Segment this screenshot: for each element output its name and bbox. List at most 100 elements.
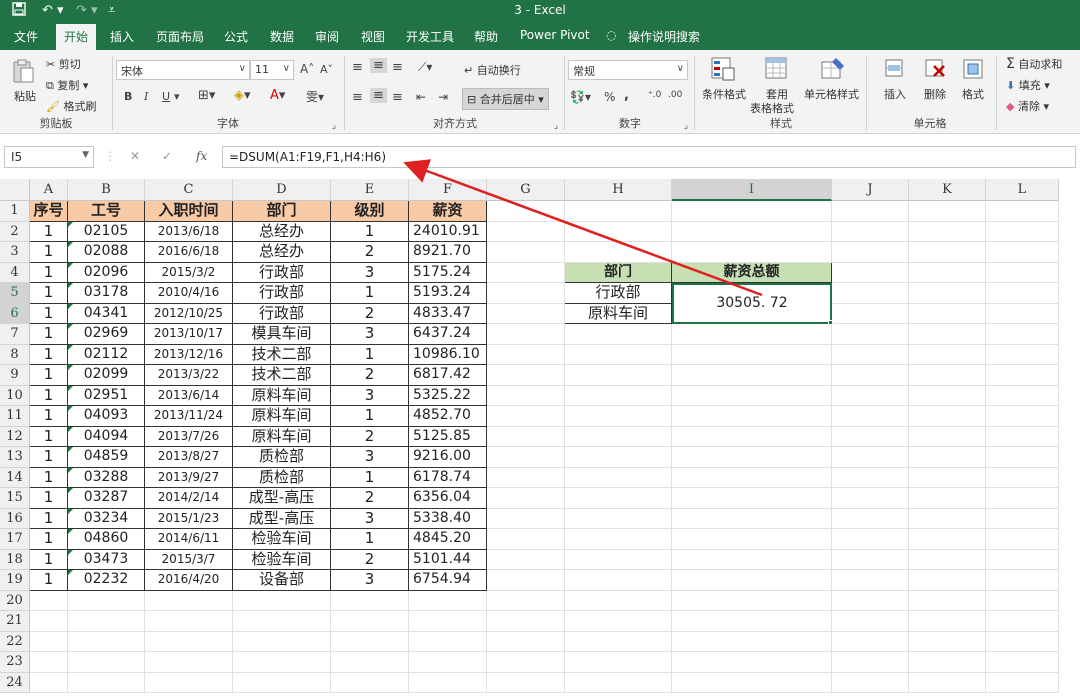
cell[interactable] xyxy=(487,344,565,365)
cell[interactable] xyxy=(487,467,565,488)
table-data-cell[interactable]: 3 xyxy=(331,262,409,283)
decrease-indent-icon[interactable]: ⇤ xyxy=(416,90,426,104)
table-data-cell[interactable]: 6178.74 xyxy=(409,467,487,488)
italic-button[interactable]: I xyxy=(144,90,148,103)
cell[interactable] xyxy=(986,508,1059,529)
column-header-K[interactable]: K xyxy=(909,179,986,201)
table-data-cell[interactable]: 1 xyxy=(30,324,68,345)
cell[interactable] xyxy=(832,672,909,693)
select-all-corner[interactable] xyxy=(0,179,30,201)
cell[interactable] xyxy=(986,467,1059,488)
cell[interactable] xyxy=(986,672,1059,693)
cell[interactable] xyxy=(909,406,986,427)
font-size-select[interactable]: 11 ∨ xyxy=(250,60,294,80)
table-data-cell[interactable]: 03234 xyxy=(68,508,145,529)
table-data-cell[interactable]: 3 xyxy=(331,570,409,591)
dialog-launcher-icon[interactable]: ⌟ xyxy=(554,121,558,131)
underline-dropdown-icon[interactable]: ▾ xyxy=(174,90,180,103)
table-data-cell[interactable]: 6437.24 xyxy=(409,324,487,345)
cell[interactable] xyxy=(832,611,909,632)
table-data-cell[interactable]: 6817.42 xyxy=(409,365,487,386)
row-header-1[interactable]: 1 xyxy=(0,201,30,222)
cell[interactable] xyxy=(145,590,233,611)
table-data-cell[interactable]: 1 xyxy=(30,385,68,406)
cell[interactable] xyxy=(565,672,672,693)
cell[interactable] xyxy=(832,570,909,591)
tab-home[interactable]: 开始 xyxy=(56,24,97,50)
table-data-cell[interactable]: 02099 xyxy=(68,365,145,386)
row-header-15[interactable]: 15 xyxy=(0,488,30,509)
cell[interactable] xyxy=(565,242,672,263)
cell[interactable] xyxy=(487,570,565,591)
table-data-cell[interactable]: 原料车间 xyxy=(233,426,331,447)
table-data-cell[interactable]: 行政部 xyxy=(233,262,331,283)
font-color-icon[interactable]: A▾ xyxy=(270,88,285,103)
table-data-cell[interactable]: 2016/4/20 xyxy=(145,570,233,591)
table-data-cell[interactable]: 总经办 xyxy=(233,221,331,242)
table-data-cell[interactable]: 1 xyxy=(30,221,68,242)
paste-icon[interactable] xyxy=(10,58,36,84)
cell[interactable] xyxy=(909,426,986,447)
table-data-cell[interactable]: 04093 xyxy=(68,406,145,427)
column-header-B[interactable]: B xyxy=(68,179,145,201)
cell[interactable] xyxy=(672,344,832,365)
cell[interactable] xyxy=(409,652,487,673)
cell[interactable] xyxy=(409,631,487,652)
cell[interactable] xyxy=(145,631,233,652)
cell[interactable] xyxy=(909,631,986,652)
table-data-cell[interactable]: 03473 xyxy=(68,549,145,570)
cancel-icon[interactable]: ✕ xyxy=(130,149,140,163)
format-as-table-icon[interactable] xyxy=(764,56,790,82)
cell[interactable] xyxy=(672,201,832,222)
table-header-cell[interactable]: 入职时间 xyxy=(145,201,233,222)
cell[interactable] xyxy=(986,324,1059,345)
cell[interactable] xyxy=(565,611,672,632)
table-data-cell[interactable]: 04341 xyxy=(68,303,145,324)
column-header-L[interactable]: L xyxy=(986,179,1059,201)
cell[interactable] xyxy=(672,385,832,406)
criteria-value-cell[interactable]: 原料车间 xyxy=(565,303,672,324)
name-box[interactable]: I5 ▼ xyxy=(4,146,94,168)
table-data-cell[interactable]: 总经办 xyxy=(233,242,331,263)
cell[interactable] xyxy=(832,488,909,509)
cell[interactable] xyxy=(487,631,565,652)
row-header-10[interactable]: 10 xyxy=(0,385,30,406)
cell[interactable] xyxy=(986,303,1059,324)
cell[interactable] xyxy=(487,590,565,611)
cell[interactable] xyxy=(565,221,672,242)
borders-icon[interactable]: ⊞▾ xyxy=(198,88,215,103)
cell[interactable] xyxy=(565,467,672,488)
cell[interactable] xyxy=(986,262,1059,283)
row-header-17[interactable]: 17 xyxy=(0,529,30,550)
insert-cells-button[interactable]: 插入 xyxy=(884,86,906,102)
cell[interactable] xyxy=(909,221,986,242)
table-data-cell[interactable]: 1 xyxy=(30,406,68,427)
table-data-cell[interactable]: 04859 xyxy=(68,447,145,468)
row-header-22[interactable]: 22 xyxy=(0,631,30,652)
row-header-24[interactable]: 24 xyxy=(0,672,30,693)
table-data-cell[interactable]: 5338.40 xyxy=(409,508,487,529)
criteria-header-dept[interactable]: 部门 xyxy=(565,262,672,283)
align-bottom-icon[interactable]: ≡ xyxy=(392,60,403,75)
table-data-cell[interactable]: 5325.22 xyxy=(409,385,487,406)
cell[interactable] xyxy=(986,406,1059,427)
table-data-cell[interactable]: 4845.20 xyxy=(409,529,487,550)
cell-styles-icon[interactable] xyxy=(820,56,846,82)
tab-file[interactable]: 文件 xyxy=(14,28,38,45)
table-data-cell[interactable]: 1 xyxy=(30,365,68,386)
row-header-6[interactable]: 6 xyxy=(0,303,30,324)
cell[interactable] xyxy=(672,549,832,570)
cell[interactable] xyxy=(909,652,986,673)
row-header-7[interactable]: 7 xyxy=(0,324,30,345)
cell[interactable] xyxy=(909,590,986,611)
dialog-launcher-icon[interactable]: ⌟ xyxy=(332,121,336,131)
cell[interactable] xyxy=(565,508,672,529)
cell[interactable] xyxy=(909,385,986,406)
table-data-cell[interactable]: 1 xyxy=(30,262,68,283)
column-header-C[interactable]: C xyxy=(145,179,233,201)
underline-button[interactable]: U xyxy=(162,90,170,103)
table-data-cell[interactable]: 03287 xyxy=(68,488,145,509)
table-data-cell[interactable]: 检验车间 xyxy=(233,549,331,570)
table-data-cell[interactable]: 技术二部 xyxy=(233,365,331,386)
table-data-cell[interactable]: 2013/9/27 xyxy=(145,467,233,488)
